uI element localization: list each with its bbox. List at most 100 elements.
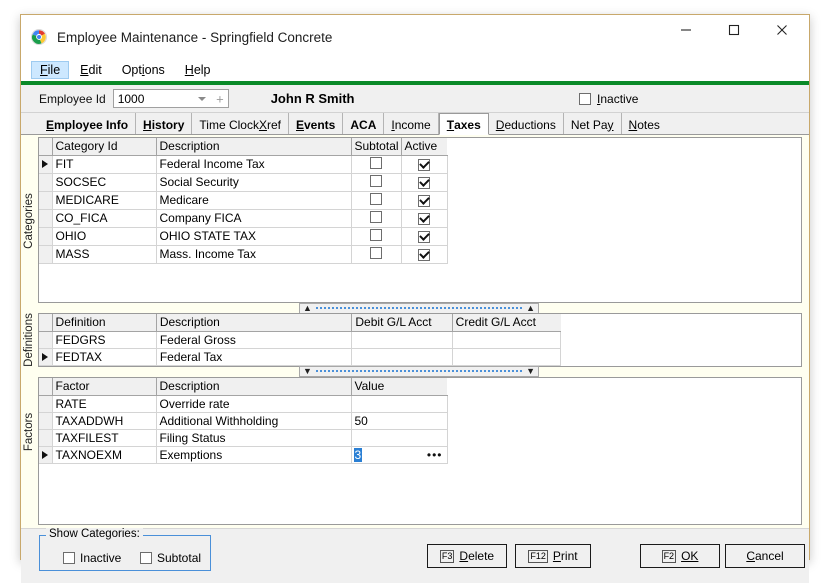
add-employee-icon[interactable]: + [216,92,224,105]
delete-button[interactable]: F3Delete [427,544,507,568]
minimize-button[interactable] [663,15,708,45]
cell-definition[interactable]: FEDTAX [52,348,156,365]
cell-subtotal[interactable] [351,191,401,209]
tab-income[interactable]: Income [384,113,438,134]
col-active[interactable]: Active [401,138,447,155]
row-selector[interactable] [39,245,52,263]
cell-description[interactable]: Social Security [156,173,351,191]
cell-category-id[interactable]: OHIO [52,227,156,245]
menu-file[interactable]: File [31,61,69,79]
row-selector[interactable] [39,412,52,429]
cell-subtotal[interactable] [351,227,401,245]
tab-history[interactable]: History [136,113,192,134]
tab-employee-info[interactable]: Employee Info [39,113,136,134]
cell-active[interactable] [401,173,447,191]
cell-active[interactable] [401,227,447,245]
row-selector[interactable] [39,429,52,446]
cell-category-id[interactable]: MEDICARE [52,191,156,209]
splitter-down-chevron-right-icon[interactable]: ▼ [526,367,535,376]
tab-time-clock-xref[interactable]: Time Clock Xref [192,113,289,134]
table-row[interactable]: TAXFILEST Filing Status [39,429,447,446]
splitter-down-chevron-left-icon[interactable]: ▼ [303,367,312,376]
tab-aca[interactable]: ACA [343,113,384,134]
cell-credit-gl-acct[interactable] [452,331,560,348]
cell-value[interactable] [351,395,447,412]
categories-grid[interactable]: Category Id Description Subtotal Active … [38,137,802,303]
table-row[interactable]: OHIO OHIO STATE TAX [39,227,447,245]
col-credit-gl-acct[interactable]: Credit G/L Acct [452,314,560,331]
row-selector[interactable] [39,155,52,173]
cell-factor[interactable]: TAXFILEST [52,429,156,446]
show-subtotal-checkbox-group[interactable]: Subtotal [135,551,201,565]
cell-value[interactable] [351,429,447,446]
cell-category-id[interactable]: SOCSEC [52,173,156,191]
cell-description[interactable]: Federal Gross [156,331,352,348]
col-definition[interactable]: Definition [52,314,156,331]
row-selector[interactable] [39,331,52,348]
active-checkbox[interactable] [418,159,430,171]
row-selector[interactable] [39,227,52,245]
cell-subtotal[interactable] [351,173,401,191]
cell-description[interactable]: Override rate [156,395,351,412]
cell-description[interactable]: Medicare [156,191,351,209]
cell-subtotal[interactable] [351,209,401,227]
table-row[interactable]: FEDGRS Federal Gross [39,331,561,348]
active-checkbox[interactable] [418,177,430,189]
chevron-down-icon[interactable] [198,97,206,101]
cancel-button[interactable]: Cancel [725,544,805,568]
cell-description[interactable]: Exemptions [156,446,351,463]
splitter-up-chevron-left-icon[interactable]: ▲ [303,304,312,313]
inactive-checkbox-group[interactable]: Inactive [579,92,638,106]
cell-value[interactable]: 50 [351,412,447,429]
cell-description[interactable]: Federal Tax [156,348,352,365]
show-inactive-checkbox[interactable] [63,552,75,564]
row-selector[interactable] [39,209,52,227]
active-checkbox[interactable] [418,213,430,225]
tab-taxes[interactable]: Taxes [439,113,489,135]
print-button[interactable]: F12Print [515,544,591,568]
subtotal-checkbox[interactable] [370,193,382,205]
maximize-button[interactable] [711,15,756,45]
row-selector[interactable] [39,173,52,191]
factors-grid[interactable]: Factor Description Value RATE Override r… [38,377,802,525]
cell-factor[interactable]: TAXNOEXM [52,446,156,463]
active-checkbox[interactable] [418,195,430,207]
row-selector[interactable] [39,348,52,365]
table-row[interactable]: MASS Mass. Income Tax [39,245,447,263]
active-checkbox[interactable] [418,249,430,261]
table-row[interactable]: RATE Override rate [39,395,447,412]
cell-description[interactable]: OHIO STATE TAX [156,227,351,245]
table-row[interactable]: FIT Federal Income Tax [39,155,447,173]
cell-debit-gl-acct[interactable] [352,348,452,365]
tab-deductions[interactable]: Deductions [489,113,564,134]
employee-id-combo[interactable]: 1000 + [113,89,229,108]
row-selector[interactable] [39,446,52,463]
cell-factor[interactable]: RATE [52,395,156,412]
menu-options[interactable]: Options [113,61,174,79]
cell-subtotal[interactable] [351,155,401,173]
cell-description[interactable]: Mass. Income Tax [156,245,351,263]
row-selector[interactable] [39,395,52,412]
tab-net-pay[interactable]: Net Pay [564,113,622,134]
table-row[interactable]: TAXADDWH Additional Withholding 50 [39,412,447,429]
cell-active[interactable] [401,155,447,173]
col-description[interactable]: Description [156,314,352,331]
definitions-factors-splitter[interactable]: ▼ ▼ [299,366,539,377]
inactive-checkbox[interactable] [579,93,591,105]
cell-factor[interactable]: TAXADDWH [52,412,156,429]
menu-help[interactable]: Help [176,61,220,79]
cell-credit-gl-acct[interactable] [452,348,560,365]
cell-description[interactable]: Federal Income Tax [156,155,351,173]
subtotal-checkbox[interactable] [370,175,382,187]
close-button[interactable] [759,15,804,45]
active-checkbox[interactable] [418,231,430,243]
show-inactive-checkbox-group[interactable]: Inactive [58,551,121,565]
col-description[interactable]: Description [156,378,351,395]
subtotal-checkbox[interactable] [370,247,382,259]
menu-edit[interactable]: Edit [71,61,111,79]
table-row[interactable]: SOCSEC Social Security [39,173,447,191]
definitions-grid[interactable]: Definition Description Debit G/L Acct Cr… [38,313,802,367]
col-subtotal[interactable]: Subtotal [351,138,401,155]
cell-value-editor[interactable]: •••3 [351,446,447,463]
col-debit-gl-acct[interactable]: Debit G/L Acct [352,314,452,331]
